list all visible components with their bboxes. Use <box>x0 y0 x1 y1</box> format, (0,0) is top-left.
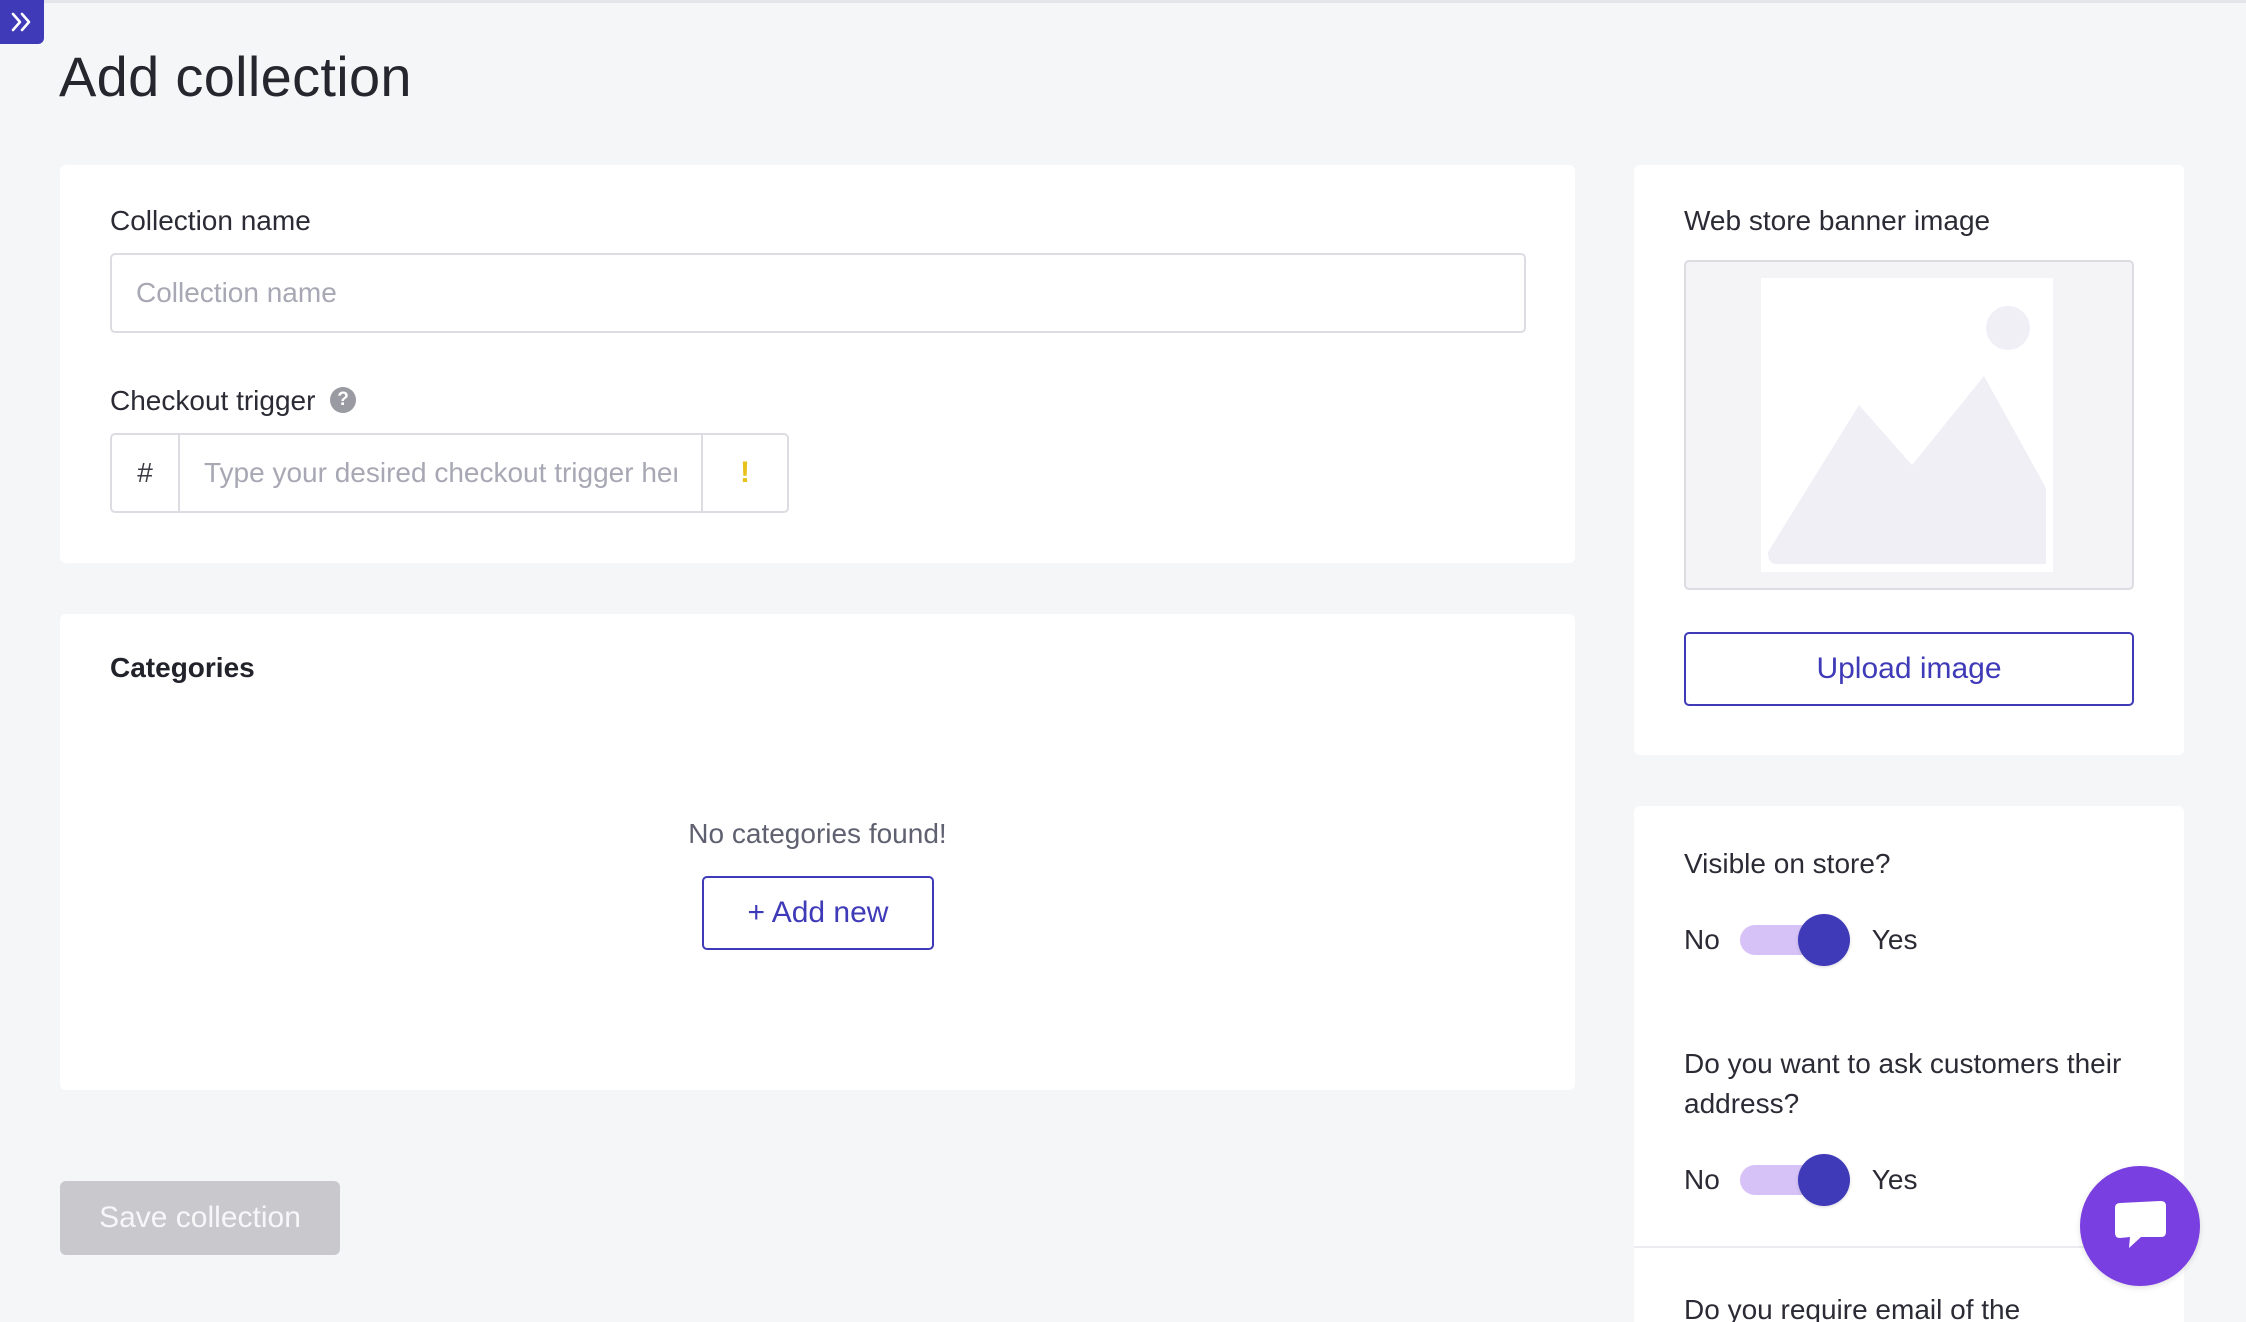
ask-address-toggle[interactable] <box>1739 1152 1852 1208</box>
address-toggle-row: No Yes <box>1684 1152 1917 1208</box>
chat-bubble-icon <box>2115 1201 2166 1248</box>
categories-empty-text: No categories found! <box>688 818 947 849</box>
collection-name-input[interactable] <box>110 253 1526 333</box>
sidebar-expand-button[interactable] <box>0 0 44 44</box>
checkout-trigger-label: Checkout trigger <box>110 385 316 416</box>
toggle-knob <box>1797 914 1850 966</box>
question-circle-icon[interactable]: ? <box>330 387 356 413</box>
image-placeholder-icon <box>1761 278 2053 572</box>
add-category-button[interactable]: + Add new <box>702 876 934 950</box>
banner-image-preview <box>1684 260 2134 590</box>
visible-on-store-question: Visible on store? <box>1684 848 1891 879</box>
warning-icon: ! <box>701 435 787 511</box>
page-title: Add collection <box>59 45 412 108</box>
hash-prefix: # <box>112 435 180 511</box>
collection-details-card: Collection name Checkout trigger ? # ! <box>60 165 1575 563</box>
address-yes-label: Yes <box>1871 1164 1918 1195</box>
visible-on-store-toggle[interactable] <box>1739 912 1852 968</box>
top-border <box>0 0 2246 3</box>
toggle-knob <box>1797 1154 1850 1206</box>
checkout-trigger-field: # ! <box>110 433 789 513</box>
visible-no-label: No <box>1684 924 1720 955</box>
banner-image-card: Web store banner image Upload image <box>1634 165 2184 755</box>
collection-name-label: Collection name <box>110 205 311 236</box>
visible-yes-label: Yes <box>1871 924 1918 955</box>
visible-toggle-row: No Yes <box>1684 912 1917 968</box>
double-chevron-right-icon <box>11 12 31 32</box>
checkout-trigger-input[interactable] <box>180 435 701 511</box>
require-email-question: Do you require email of the <box>1684 1294 2021 1322</box>
ask-address-question: Do you want to ask customers their addre… <box>1684 1048 2122 1119</box>
save-collection-button[interactable]: Save collection <box>60 1181 340 1255</box>
address-no-label: No <box>1684 1164 1720 1195</box>
categories-card: Categories No categories found! + Add ne… <box>60 614 1575 1090</box>
upload-image-button[interactable]: Upload image <box>1684 632 2134 706</box>
categories-title: Categories <box>110 652 255 683</box>
banner-image-label: Web store banner image <box>1684 205 1991 236</box>
chat-launcher-button[interactable] <box>2080 1166 2200 1286</box>
